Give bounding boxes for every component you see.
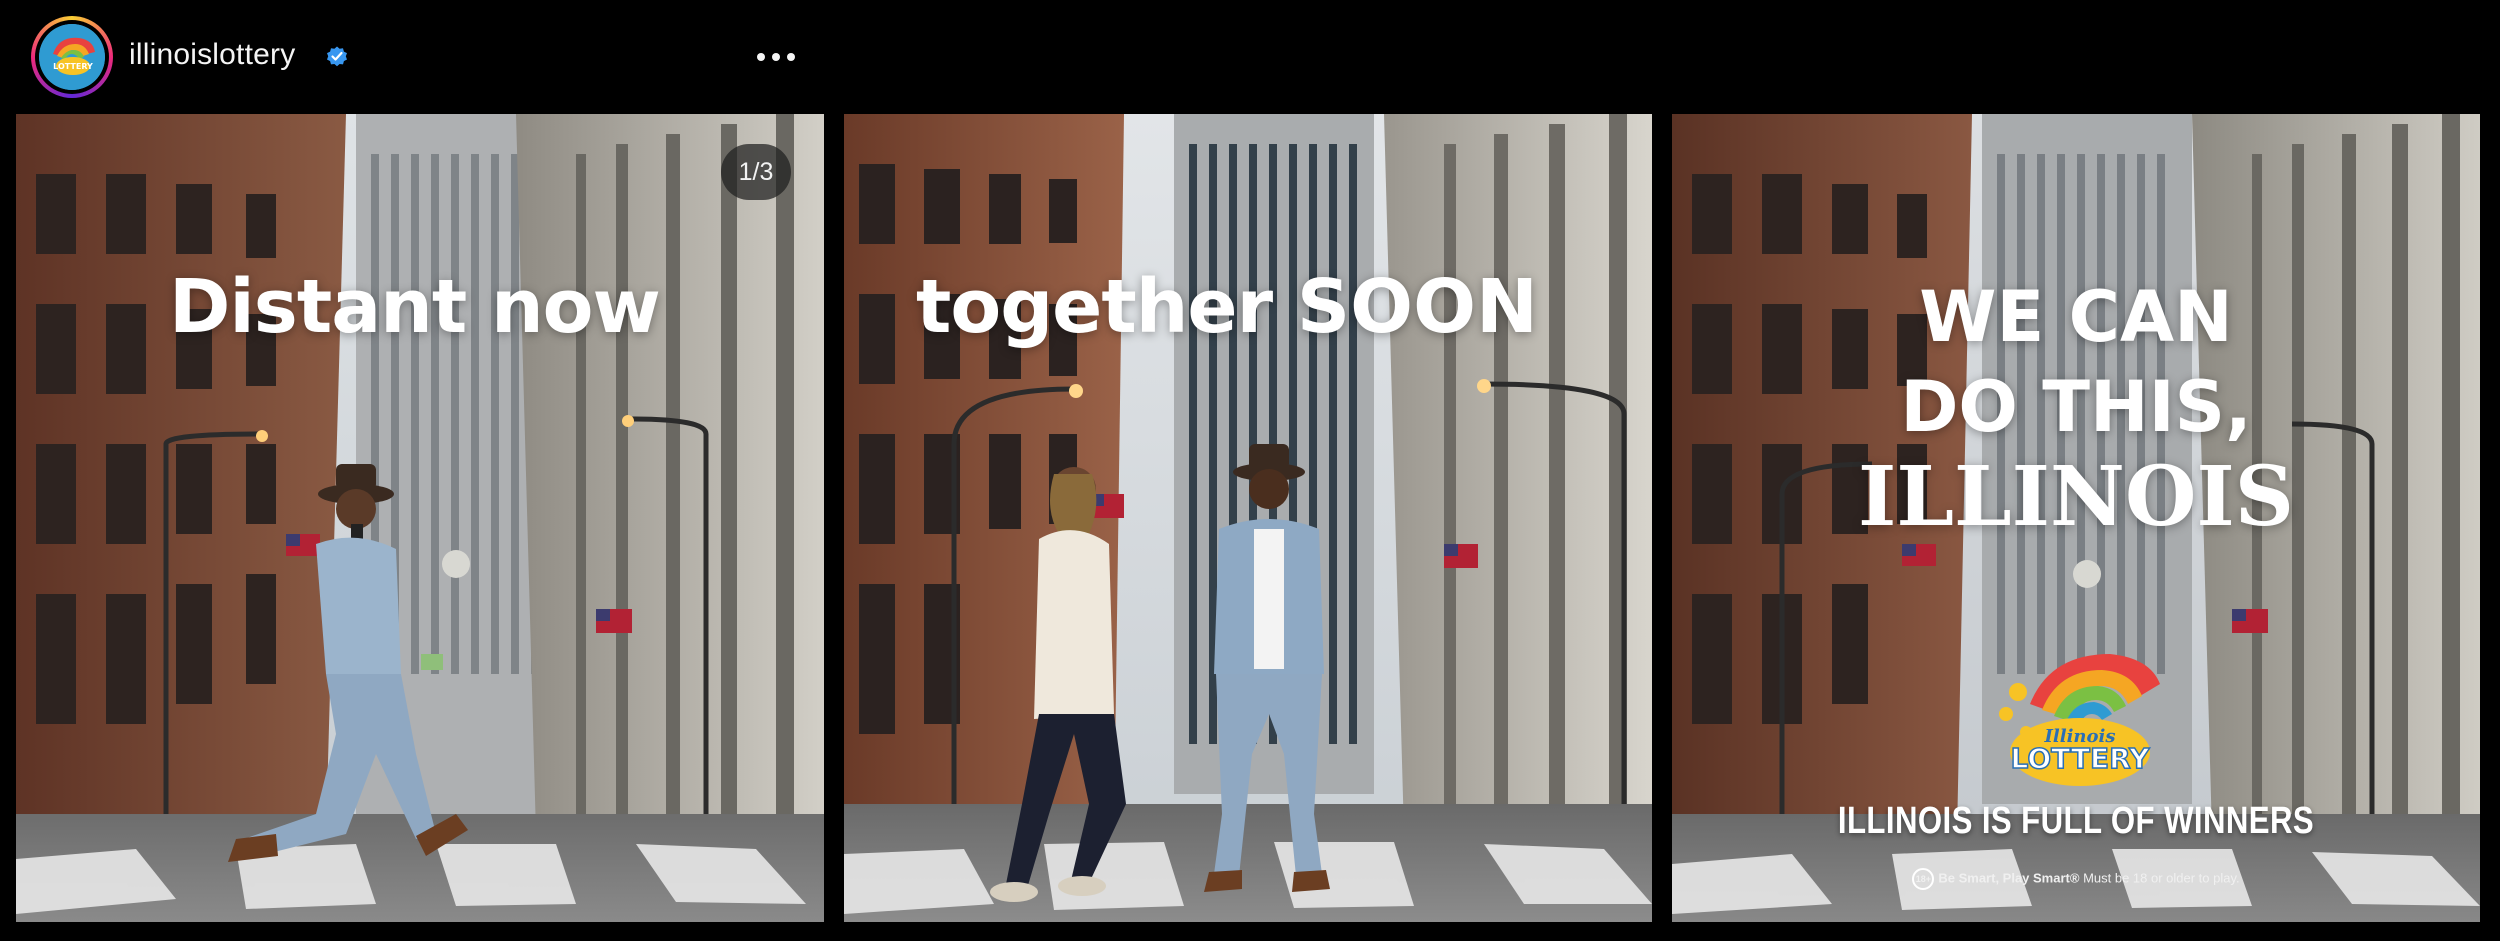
street-photo: [16, 114, 824, 922]
headline-emphasis: SOON: [1296, 264, 1538, 350]
carousel-slide-1[interactable]: Distant now 1/3: [16, 114, 824, 922]
tagline: ILLINOIS IS FULL OF WINNERS: [1837, 800, 2315, 842]
street-photo: [844, 114, 1652, 922]
age-badge: 18+: [1912, 868, 1935, 890]
more-options-icon[interactable]: [755, 42, 797, 72]
headline-line-1: WE CAN: [1919, 276, 2233, 358]
lottery-logo-avatar: LOTTERY: [39, 24, 105, 90]
headline-line-3: ILLINOIS: [1858, 449, 2294, 545]
verified-badge-icon: [327, 46, 347, 67]
illinois-lottery-logo: Illinois LOTTERY: [1999, 654, 2160, 786]
slide-headline: WE CAN DO THIS, ILLINOIS: [1672, 272, 2480, 542]
avatar[interactable]: LOTTERY: [31, 16, 113, 98]
disclaimer-text: Must be 18 or older to play.: [2079, 870, 2240, 886]
post-header: LOTTERY illinoislottery: [0, 0, 2500, 112]
headline-line-2: DO THIS,: [1900, 366, 2252, 448]
carousel-slide-2[interactable]: together SOON: [844, 114, 1652, 922]
username-link[interactable]: illinoislottery: [129, 38, 295, 72]
logo-text-lottery: LOTTERY: [2011, 742, 2151, 775]
disclaimer-bold: Be Smart, Play Smart®: [1938, 870, 2080, 886]
slide-headline: Distant now: [169, 264, 661, 350]
disclaimer: 18+ Be Smart, Play Smart® Must be 18 or o…: [1672, 868, 2480, 890]
slide-counter: 1/3: [721, 144, 791, 200]
carousel-slide-3[interactable]: WE CAN DO THIS, ILLINOIS Illinois LOTTER…: [1672, 114, 2480, 922]
avatar-logo-text: LOTTERY: [53, 62, 93, 71]
slide-headline: together SOON: [916, 264, 1538, 350]
